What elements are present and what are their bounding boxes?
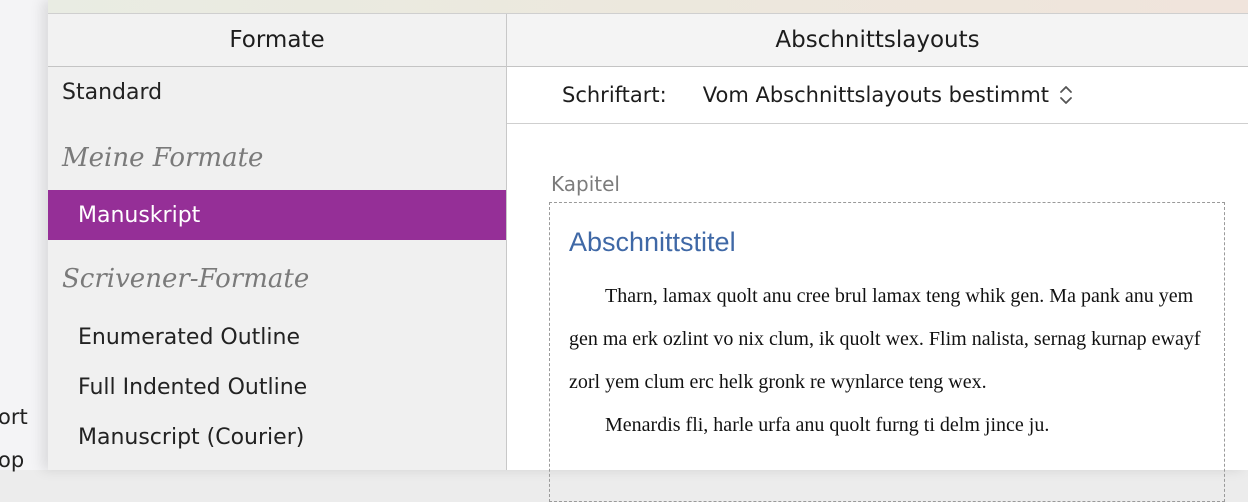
section-layouts-pane: Abschnittslayouts Schriftart: Vom Abschn… [507, 14, 1248, 502]
section-layouts-header: Abschnittslayouts [507, 14, 1248, 67]
background-text-fragment: ort [0, 405, 28, 429]
font-popup-value: Vom Abschnittslayouts bestimmt [702, 83, 1050, 107]
up-down-chevron-icon [1059, 84, 1073, 106]
font-row: Schriftart: Vom Abschnittslayouts bestim… [507, 67, 1248, 124]
sheet-top-edge [48, 0, 1248, 14]
preview-paragraph: Tharn, lamax quolt anu cree brul lamax t… [569, 285, 1201, 393]
font-popup-button[interactable]: Vom Abschnittslayouts bestimmt [703, 83, 1073, 107]
formats-sheet: Formate Standard Meine Formate Manuskrip… [48, 0, 1248, 502]
format-item-manuscript-courier[interactable]: Manuscript (Courier) [48, 412, 506, 462]
group-label-my-formats: Meine Formate [62, 143, 264, 173]
format-item-standard[interactable]: Standard [48, 67, 506, 117]
font-label: Schriftart: [562, 83, 667, 107]
format-item-enumerated-outline[interactable]: Enumerated Outline [48, 312, 506, 362]
section-type-label: Kapitel [551, 172, 620, 196]
preview-body-text: Tharn, lamax quolt anu cree brul lamax t… [569, 275, 1209, 447]
background-window: ort op [0, 0, 48, 472]
preview-paragraph: Menardis fli, harle urfa anu quolt furng… [605, 414, 1050, 436]
format-item-full-indented-outline[interactable]: Full Indented Outline [48, 362, 506, 412]
group-label-scrivener-formats: Scrivener-Formate [62, 264, 310, 294]
background-text-fragment: op [0, 448, 25, 472]
formats-header: Formate [48, 14, 506, 67]
format-item-manuskript[interactable]: Manuskript [48, 190, 506, 240]
section-layout-preview[interactable]: Abschnittstitel Tharn, lamax quolt anu c… [549, 202, 1225, 502]
formats-pane: Formate Standard Meine Formate Manuskrip… [48, 14, 507, 470]
preview-section-title: Abschnittstitel [569, 227, 736, 257]
